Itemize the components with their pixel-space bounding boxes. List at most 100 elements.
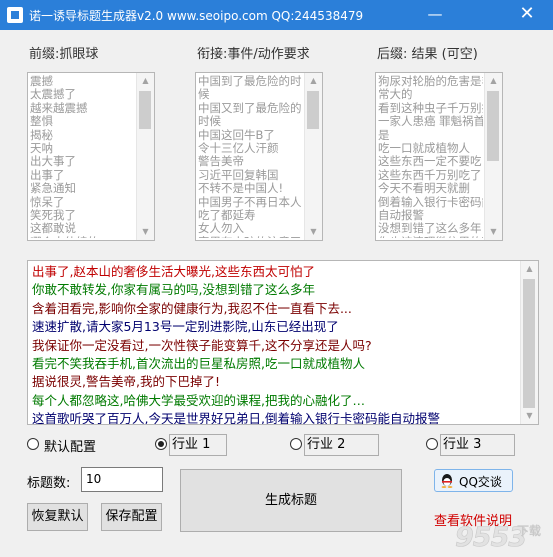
list-item[interactable]: 紧急通知	[30, 182, 135, 195]
watermark-text: 下载	[517, 524, 542, 538]
scroll-up-icon[interactable]: ▲	[521, 261, 538, 277]
output-line: 我保证你一定没看过,一次性筷子能变算千,这不分享还是人吗?	[32, 337, 372, 353]
list-item[interactable]: 狗尿对轮胎的危害是非	[378, 75, 483, 88]
minimize-button[interactable]: —	[415, 0, 455, 30]
generate-titles-button[interactable]: 生成标题	[180, 469, 402, 532]
output-line: 这首歌听哭了百万人,今天是世界好兄弟日,倒着输入银行卡密码能自动报警	[32, 411, 440, 424]
output-scrollbar[interactable]: ▲ ▼	[520, 261, 538, 424]
list-item[interactable]: 一家人患癌 罪魁祸首竟	[378, 115, 483, 128]
industry-2-field[interactable]: 行业 2	[304, 434, 379, 456]
list-item[interactable]: 出大事了	[30, 155, 135, 168]
scroll-down-icon[interactable]: ▼	[485, 224, 502, 240]
title-count-label: 标题数:	[27, 476, 71, 491]
list-item[interactable]: 你也该清理微信里的死	[378, 236, 483, 238]
radio-industry-1-indicator[interactable]	[155, 438, 167, 450]
output-line: 每个人都忽略这,哈佛大学最受欢迎的课程,把我的心融化了…	[32, 392, 365, 408]
scroll-down-icon[interactable]: ▼	[137, 224, 154, 240]
output-line: 据说很灵,警告美帝,我的下巴掉了!	[32, 374, 220, 390]
list-item[interactable]: 这都敢说	[30, 222, 135, 235]
scroll-up-icon[interactable]: ▲	[137, 73, 154, 89]
list-item[interactable]: 惊呆了	[30, 196, 135, 209]
output-line: 你敢不敢转发,你家有属马的吗,没想到错了这么多年	[32, 282, 315, 298]
list-item[interactable]: 是	[378, 129, 483, 142]
list-item[interactable]: 候	[198, 88, 303, 101]
qq-chat-button[interactable]: QQ交谈	[434, 469, 513, 492]
window-title: 诺一诱导标题生成器v2.0 www.seoipo.com QQ:24453847…	[29, 9, 364, 23]
suffix-label: 后缀: 结果 (可空)	[377, 47, 478, 62]
watermark-logo: 9553 下载	[455, 522, 547, 552]
industry-3-field[interactable]: 行业 3	[440, 434, 515, 456]
list-item[interactable]: 看到这种虫子千万别打	[378, 102, 483, 115]
output-line: 出事了,赵本山的奢侈生活大曝光,这些东西太可怕了	[32, 264, 315, 279]
output-line: 看完不笑我吞手机,首次流出的巨星私房照,吃一口就成植物人	[32, 355, 365, 371]
radio-industry-1[interactable]: 行业 1	[155, 434, 240, 458]
list-item[interactable]: 时候	[198, 115, 303, 128]
list-item[interactable]: 震撼	[30, 75, 135, 88]
radio-industry-2-indicator[interactable]	[290, 438, 302, 450]
save-config-button[interactable]: 保存配置	[101, 503, 162, 531]
output-line: 速速扩散,请大家5月13号一定别进影院,山东已经出现了	[32, 319, 339, 335]
scroll-down-icon[interactable]: ▼	[305, 224, 322, 240]
scroll-up-icon[interactable]: ▲	[485, 73, 502, 89]
list-item[interactable]: 笑死我了	[30, 209, 135, 222]
suffix-listbox[interactable]: 狗尿对轮胎的危害是非常大的看到这种虫子千万别打一家人患癌 罪魁祸首竟是吃一口就成…	[375, 72, 503, 241]
list-item[interactable]: 自动报警	[378, 209, 483, 222]
industry-1-field[interactable]: 行业 1	[169, 434, 227, 456]
list-item[interactable]: 女人勿入	[198, 222, 303, 235]
list-item[interactable]: 出事了	[30, 169, 135, 182]
list-item[interactable]: 越来越震撼	[30, 102, 135, 115]
scroll-thumb[interactable]	[523, 279, 535, 408]
list-item[interactable]: 没想到错了这么多年	[378, 222, 483, 235]
prefix-scrollbar[interactable]: ▲ ▼	[136, 73, 154, 240]
reset-default-button[interactable]: 恢复默认	[27, 503, 88, 531]
scroll-thumb[interactable]	[307, 91, 319, 129]
middle-label: 衔接:事件/动作要求	[197, 47, 310, 62]
close-button[interactable]: ✕	[507, 0, 547, 30]
list-item[interactable]: 揭秘	[30, 129, 135, 142]
scroll-thumb[interactable]	[139, 91, 151, 129]
list-item[interactable]: 不转不是中国人!	[198, 182, 303, 195]
scroll-thumb[interactable]	[487, 91, 499, 161]
list-item[interactable]: 家里有小孩的注意了	[198, 236, 303, 238]
output-textbox[interactable]: 出事了,赵本山的奢侈生活大曝光,这些东西太可怕了 你敢不敢转发,你家有属马的吗,没…	[27, 260, 539, 425]
suffix-items: 狗尿对轮胎的危害是非常大的看到这种虫子千万别打一家人患癌 罪魁祸首竟是吃一口就成…	[378, 75, 483, 238]
radio-industry-2[interactable]: 行业 2	[290, 434, 385, 458]
list-item[interactable]: 警告美帝	[198, 155, 303, 168]
list-item[interactable]: 这些东西一定不要吃	[378, 155, 483, 168]
qq-chat-label: QQ交谈	[459, 475, 502, 489]
list-item[interactable]: 太震撼了	[30, 88, 135, 101]
title-count-input[interactable]: 10	[81, 467, 163, 492]
list-item[interactable]: 中国这回牛B了	[198, 129, 303, 142]
middle-scrollbar[interactable]: ▲ ▼	[304, 73, 322, 240]
list-item[interactable]: 今天不看明天就删	[378, 182, 483, 195]
list-item[interactable]: 吃一口就成植物人	[378, 142, 483, 155]
list-item[interactable]: 习近平回复韩国	[198, 169, 303, 182]
title-bar: 诺一诱导标题生成器v2.0 www.seoipo.com QQ:24453847…	[0, 0, 553, 30]
scroll-down-icon[interactable]: ▼	[521, 408, 538, 424]
middle-listbox[interactable]: 中国到了最危险的时候中国又到了最危险的 时候 中国这回牛B了 令十三亿人汗颜 警告美帝习…	[195, 72, 323, 241]
list-item[interactable]: 这些东西千万别吃了	[378, 169, 483, 182]
prefix-items: 震撼太震撼了越来越震撼整惧揭秘天呐出大事了出事了紧急通知惊呆了笑死我了这都敢说哪…	[30, 75, 135, 238]
output-lines: 出事了,赵本山的奢侈生活大曝光,这些东西太可怕了 你敢不敢转发,你家有属马的吗,没…	[32, 263, 518, 424]
list-item[interactable]: 常大的	[378, 88, 483, 101]
radio-default-config[interactable]: 默认配置	[27, 434, 137, 458]
list-item[interactable]: 中国男子不再日本人	[198, 196, 303, 209]
list-item[interactable]: 天呐	[30, 142, 135, 155]
list-item[interactable]: 哪个大仙编的	[30, 236, 135, 238]
suffix-scrollbar[interactable]: ▲ ▼	[484, 73, 502, 240]
qq-penguin-icon	[441, 474, 453, 488]
list-item[interactable]: 整惧	[30, 115, 135, 128]
radio-industry-3-indicator[interactable]	[426, 438, 438, 450]
prefix-listbox[interactable]: 震撼太震撼了越来越震撼整惧揭秘天呐出大事了出事了紧急通知惊呆了笑死我了这都敢说哪…	[27, 72, 155, 241]
output-line: 含着泪看完,影响你全家的健康行为,我忍不住一直看下去...	[32, 300, 352, 316]
radio-industry-3[interactable]: 行业 3	[426, 434, 516, 458]
radio-default-config-indicator[interactable]	[27, 438, 39, 450]
list-item[interactable]: 中国到了最危险的时	[198, 75, 303, 88]
list-item[interactable]: 吃了都延寿	[198, 209, 303, 222]
list-item[interactable]: 令十三亿人汗颜	[198, 142, 303, 155]
radio-default-config-label: 默认配置	[44, 440, 97, 455]
list-item[interactable]: 倒着输入银行卡密码能	[378, 196, 483, 209]
list-item[interactable]: 中国又到了最危险的	[198, 102, 303, 115]
app-icon	[7, 7, 23, 23]
scroll-up-icon[interactable]: ▲	[305, 73, 322, 89]
